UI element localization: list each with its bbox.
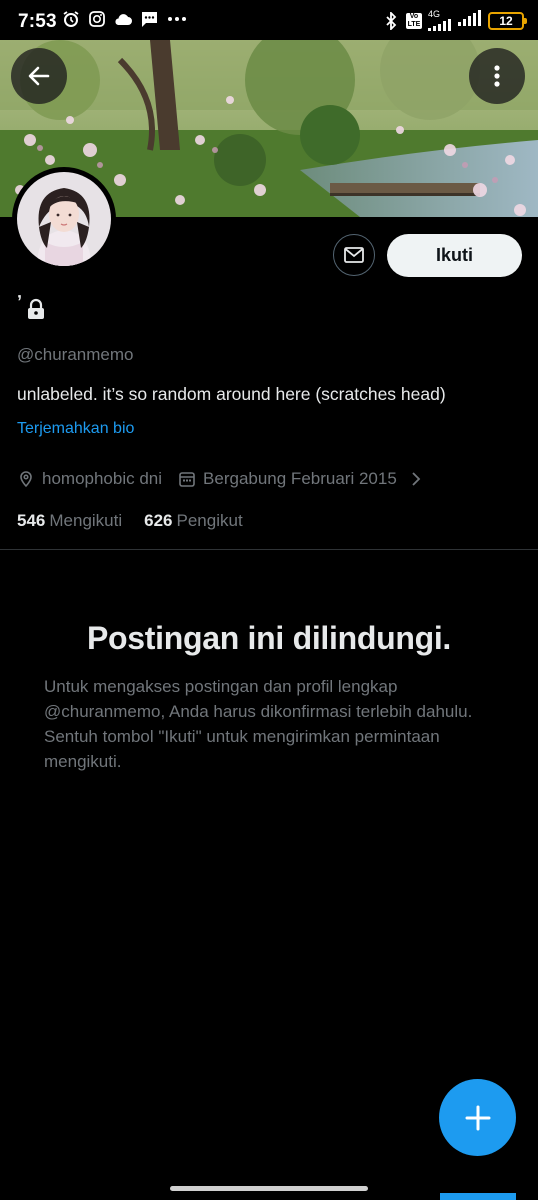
- chat-icon: [140, 10, 158, 28]
- signal-1-icon: 4G: [428, 10, 452, 31]
- follow-stats: 546 Mengikuti 626 Pengikut: [17, 511, 243, 531]
- status-notification-icons: [62, 10, 188, 28]
- profile-joined[interactable]: Bergabung Februari 2015: [178, 469, 421, 489]
- profile-handle: @churanmemo: [17, 345, 134, 364]
- status-system-icons: Vo LTE 4G 12: [382, 10, 527, 31]
- profile-meta: homophobic dni Bergabung Februari 2015: [17, 469, 437, 489]
- battery-level: 12: [499, 13, 513, 28]
- signal-2-icon: [458, 10, 482, 31]
- network-type: 4G: [428, 9, 441, 19]
- arrow-left-icon: [28, 66, 50, 86]
- divider: [0, 549, 538, 550]
- plus-icon: [465, 1105, 490, 1130]
- back-button[interactable]: [11, 48, 67, 104]
- home-indicator[interactable]: [170, 1186, 368, 1191]
- calendar-icon: [178, 470, 196, 488]
- envelope-icon: [344, 247, 364, 263]
- chevron-right-icon: [411, 471, 421, 487]
- more-vertical-icon: [494, 65, 500, 87]
- compose-fab-button[interactable]: [439, 1079, 516, 1156]
- cloud-icon: [114, 10, 132, 28]
- lock-icon: [26, 298, 46, 320]
- status-bar: 7:53 Vo LTE 4G 12: [0, 0, 538, 40]
- display-name: ʼ: [17, 292, 23, 312]
- following-count: 546: [17, 511, 46, 530]
- status-time: 7:53: [18, 11, 57, 32]
- follow-button[interactable]: Ikuti: [387, 234, 522, 277]
- location-text: homophobic dni: [42, 469, 163, 488]
- volte-icon: Vo LTE: [406, 12, 422, 29]
- protected-title: Postingan ini dilindungi.: [86, 620, 452, 656]
- followers-link[interactable]: 626 Pengikut: [144, 511, 243, 531]
- profile-location: homophobic dni: [17, 469, 162, 489]
- followers-count: 626: [144, 511, 173, 530]
- more-options-button[interactable]: [469, 48, 525, 104]
- message-button[interactable]: [333, 234, 375, 276]
- followers-label: Pengikut: [176, 511, 243, 530]
- instagram-icon: [88, 10, 106, 28]
- translate-bio-link[interactable]: Terjemahkan bio: [17, 420, 134, 438]
- following-label: Mengikuti: [49, 511, 123, 530]
- profile-bio: unlabeled. it’s so random around here (s…: [17, 384, 446, 404]
- avatar-portrait: [17, 172, 111, 266]
- following-link[interactable]: 546 Mengikuti: [17, 511, 122, 531]
- joined-text: Bergabung Februari 2015: [203, 469, 397, 488]
- more-notifications-icon: [166, 10, 188, 28]
- bluetooth-icon: [382, 11, 400, 30]
- avatar[interactable]: [12, 167, 116, 271]
- alarm-icon: [62, 10, 80, 28]
- battery-icon: 12: [488, 11, 527, 30]
- protected-message: Untuk mengakses postingan dan profil len…: [44, 677, 473, 771]
- fab-shadow-edge: [440, 1193, 516, 1200]
- avatar-image: [17, 172, 111, 266]
- location-pin-icon: [17, 470, 35, 488]
